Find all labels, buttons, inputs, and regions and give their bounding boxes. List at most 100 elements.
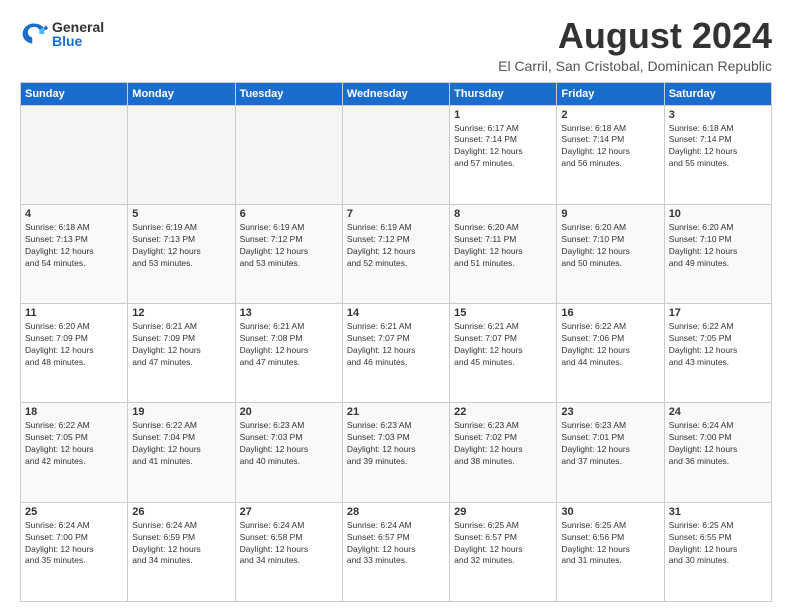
logo: General Blue bbox=[20, 20, 104, 48]
day-info: Sunrise: 6:24 AM Sunset: 7:00 PM Dayligh… bbox=[669, 420, 767, 468]
day-info: Sunrise: 6:20 AM Sunset: 7:09 PM Dayligh… bbox=[25, 321, 123, 369]
day-info: Sunrise: 6:19 AM Sunset: 7:13 PM Dayligh… bbox=[132, 222, 230, 270]
day-number: 26 bbox=[132, 506, 230, 518]
calendar-cell: 30 Sunrise: 6:25 AM Sunset: 6:56 PM Dayli… bbox=[557, 502, 664, 601]
day-number: 29 bbox=[454, 506, 552, 518]
day-info: Sunrise: 6:23 AM Sunset: 7:03 PM Dayligh… bbox=[240, 420, 338, 468]
day-number: 22 bbox=[454, 406, 552, 418]
day-info: Sunrise: 6:20 AM Sunset: 7:10 PM Dayligh… bbox=[561, 222, 659, 270]
day-number: 30 bbox=[561, 506, 659, 518]
day-info: Sunrise: 6:24 AM Sunset: 7:00 PM Dayligh… bbox=[25, 520, 123, 568]
calendar-header: Sunday Monday Tuesday Wednesday Thursday… bbox=[21, 82, 772, 105]
day-number: 8 bbox=[454, 208, 552, 220]
calendar-cell: 16Sunrise: 6:22 AM Sunset: 7:06 PM Dayli… bbox=[557, 304, 664, 403]
col-sunday: Sunday bbox=[21, 82, 128, 105]
calendar-cell: 9 Sunrise: 6:20 AM Sunset: 7:10 PM Daylig… bbox=[557, 204, 664, 303]
day-number: 28 bbox=[347, 506, 445, 518]
day-number: 3 bbox=[669, 109, 767, 121]
day-info: Sunrise: 6:23 AM Sunset: 7:03 PM Dayligh… bbox=[347, 420, 445, 468]
calendar-cell bbox=[342, 105, 449, 204]
col-friday: Friday bbox=[557, 82, 664, 105]
calendar-cell: 21 Sunrise: 6:23 AM Sunset: 7:03 PM Dayli… bbox=[342, 403, 449, 502]
calendar-cell: 23Sunrise: 6:23 AM Sunset: 7:01 PM Dayli… bbox=[557, 403, 664, 502]
calendar-week-2: 4 Sunrise: 6:18 AM Sunset: 7:13 PM Daylig… bbox=[21, 204, 772, 303]
day-number: 15 bbox=[454, 307, 552, 319]
day-number: 16 bbox=[561, 307, 659, 319]
calendar-cell: 1 Sunrise: 6:17 AM Sunset: 7:14 PM Daylig… bbox=[450, 105, 557, 204]
day-info: Sunrise: 6:18 AM Sunset: 7:13 PM Dayligh… bbox=[25, 222, 123, 270]
calendar-body: 1 Sunrise: 6:17 AM Sunset: 7:14 PM Daylig… bbox=[21, 105, 772, 601]
day-number: 31 bbox=[669, 506, 767, 518]
day-number: 11 bbox=[25, 307, 123, 319]
calendar-cell: 10Sunrise: 6:20 AM Sunset: 7:10 PM Dayli… bbox=[664, 204, 771, 303]
calendar-cell: 26 Sunrise: 6:24 AM Sunset: 6:59 PM Dayli… bbox=[128, 502, 235, 601]
day-number: 10 bbox=[669, 208, 767, 220]
calendar-cell: 7 Sunrise: 6:19 AM Sunset: 7:12 PM Daylig… bbox=[342, 204, 449, 303]
day-info: Sunrise: 6:25 AM Sunset: 6:55 PM Dayligh… bbox=[669, 520, 767, 568]
calendar-cell: 11 Sunrise: 6:20 AM Sunset: 7:09 PM Dayli… bbox=[21, 304, 128, 403]
calendar-cell: 2Sunrise: 6:18 AM Sunset: 7:14 PM Daylig… bbox=[557, 105, 664, 204]
day-number: 27 bbox=[240, 506, 338, 518]
calendar-week-1: 1 Sunrise: 6:17 AM Sunset: 7:14 PM Daylig… bbox=[21, 105, 772, 204]
logo-text: General Blue bbox=[52, 20, 104, 48]
day-number: 9 bbox=[561, 208, 659, 220]
col-tuesday: Tuesday bbox=[235, 82, 342, 105]
calendar-cell bbox=[235, 105, 342, 204]
col-monday: Monday bbox=[128, 82, 235, 105]
day-info: Sunrise: 6:19 AM Sunset: 7:12 PM Dayligh… bbox=[347, 222, 445, 270]
day-number: 2 bbox=[561, 109, 659, 121]
day-info: Sunrise: 6:24 AM Sunset: 6:59 PM Dayligh… bbox=[132, 520, 230, 568]
col-saturday: Saturday bbox=[664, 82, 771, 105]
day-info: Sunrise: 6:22 AM Sunset: 7:05 PM Dayligh… bbox=[25, 420, 123, 468]
calendar-cell: 5 Sunrise: 6:19 AM Sunset: 7:13 PM Daylig… bbox=[128, 204, 235, 303]
calendar-cell bbox=[128, 105, 235, 204]
day-info: Sunrise: 6:18 AM Sunset: 7:14 PM Dayligh… bbox=[669, 123, 767, 171]
calendar-cell: 4 Sunrise: 6:18 AM Sunset: 7:13 PM Daylig… bbox=[21, 204, 128, 303]
day-info: Sunrise: 6:22 AM Sunset: 7:05 PM Dayligh… bbox=[669, 321, 767, 369]
day-number: 12 bbox=[132, 307, 230, 319]
day-info: Sunrise: 6:23 AM Sunset: 7:02 PM Dayligh… bbox=[454, 420, 552, 468]
logo-icon bbox=[20, 20, 48, 48]
title-block: August 2024 El Carril, San Cristobal, Do… bbox=[498, 16, 772, 74]
day-number: 19 bbox=[132, 406, 230, 418]
day-number: 24 bbox=[669, 406, 767, 418]
calendar-cell: 13 Sunrise: 6:21 AM Sunset: 7:08 PM Dayli… bbox=[235, 304, 342, 403]
page: General Blue August 2024 El Carril, San … bbox=[0, 0, 792, 612]
day-info: Sunrise: 6:21 AM Sunset: 7:07 PM Dayligh… bbox=[454, 321, 552, 369]
day-number: 4 bbox=[25, 208, 123, 220]
calendar-cell: 20 Sunrise: 6:23 AM Sunset: 7:03 PM Dayli… bbox=[235, 403, 342, 502]
calendar-cell: 3 Sunrise: 6:18 AM Sunset: 7:14 PM Daylig… bbox=[664, 105, 771, 204]
day-number: 25 bbox=[25, 506, 123, 518]
logo-general: General bbox=[52, 20, 104, 34]
day-number: 20 bbox=[240, 406, 338, 418]
day-number: 7 bbox=[347, 208, 445, 220]
day-info: Sunrise: 6:21 AM Sunset: 7:07 PM Dayligh… bbox=[347, 321, 445, 369]
day-info: Sunrise: 6:24 AM Sunset: 6:57 PM Dayligh… bbox=[347, 520, 445, 568]
calendar-cell: 15 Sunrise: 6:21 AM Sunset: 7:07 PM Dayli… bbox=[450, 304, 557, 403]
day-info: Sunrise: 6:20 AM Sunset: 7:11 PM Dayligh… bbox=[454, 222, 552, 270]
calendar-week-5: 25 Sunrise: 6:24 AM Sunset: 7:00 PM Dayli… bbox=[21, 502, 772, 601]
calendar-cell bbox=[21, 105, 128, 204]
col-thursday: Thursday bbox=[450, 82, 557, 105]
day-info: Sunrise: 6:21 AM Sunset: 7:09 PM Dayligh… bbox=[132, 321, 230, 369]
calendar-cell: 6Sunrise: 6:19 AM Sunset: 7:12 PM Daylig… bbox=[235, 204, 342, 303]
calendar-week-4: 18Sunrise: 6:22 AM Sunset: 7:05 PM Dayli… bbox=[21, 403, 772, 502]
day-info: Sunrise: 6:25 AM Sunset: 6:56 PM Dayligh… bbox=[561, 520, 659, 568]
calendar-cell: 25 Sunrise: 6:24 AM Sunset: 7:00 PM Dayli… bbox=[21, 502, 128, 601]
calendar-cell: 24 Sunrise: 6:24 AM Sunset: 7:00 PM Dayli… bbox=[664, 403, 771, 502]
calendar-cell: 31 Sunrise: 6:25 AM Sunset: 6:55 PM Dayli… bbox=[664, 502, 771, 601]
day-number: 6 bbox=[240, 208, 338, 220]
calendar-cell: 29 Sunrise: 6:25 AM Sunset: 6:57 PM Dayli… bbox=[450, 502, 557, 601]
day-number: 21 bbox=[347, 406, 445, 418]
day-number: 1 bbox=[454, 109, 552, 121]
day-info: Sunrise: 6:25 AM Sunset: 6:57 PM Dayligh… bbox=[454, 520, 552, 568]
day-number: 5 bbox=[132, 208, 230, 220]
calendar-cell: 18Sunrise: 6:22 AM Sunset: 7:05 PM Dayli… bbox=[21, 403, 128, 502]
header-row: Sunday Monday Tuesday Wednesday Thursday… bbox=[21, 82, 772, 105]
calendar-table: Sunday Monday Tuesday Wednesday Thursday… bbox=[20, 82, 772, 602]
calendar-cell: 8 Sunrise: 6:20 AM Sunset: 7:11 PM Daylig… bbox=[450, 204, 557, 303]
day-number: 14 bbox=[347, 307, 445, 319]
day-info: Sunrise: 6:17 AM Sunset: 7:14 PM Dayligh… bbox=[454, 123, 552, 171]
day-number: 13 bbox=[240, 307, 338, 319]
day-info: Sunrise: 6:21 AM Sunset: 7:08 PM Dayligh… bbox=[240, 321, 338, 369]
